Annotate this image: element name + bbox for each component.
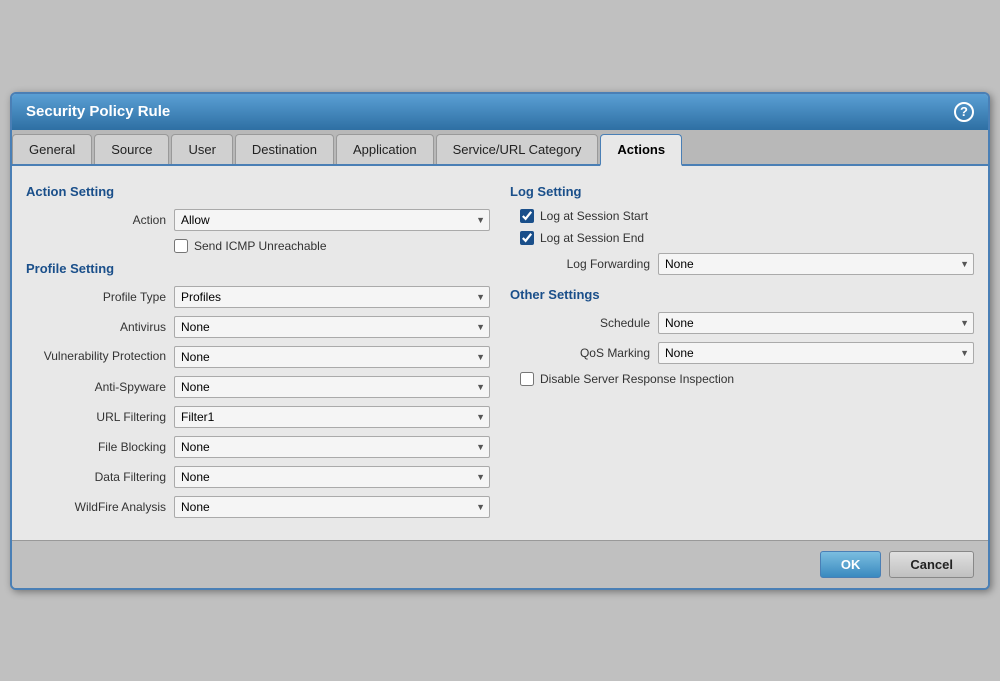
dialog-header: Security Policy Rule ? [12,94,988,130]
log-forwarding-select-wrapper: None [658,253,974,275]
url-filtering-select-wrapper: Filter1 None [174,406,490,428]
content-area: Action Setting Action Allow Deny Drop Se… [12,166,988,540]
left-column: Action Setting Action Allow Deny Drop Se… [26,180,490,526]
profile-setting-title: Profile Setting [26,261,490,276]
disable-server-label: Disable Server Response Inspection [540,372,734,386]
action-label: Action [26,213,166,227]
antivirus-select-wrapper: None [174,316,490,338]
data-filtering-label: Data Filtering [26,470,166,484]
url-filtering-row: URL Filtering Filter1 None [26,406,490,428]
log-forwarding-select[interactable]: None [658,253,974,275]
log-session-start-checkbox[interactable] [520,209,534,223]
disable-server-checkbox[interactable] [520,372,534,386]
send-icmp-label: Send ICMP Unreachable [194,239,327,253]
cancel-button[interactable]: Cancel [889,551,974,578]
tab-user[interactable]: User [171,134,232,164]
vuln-select-wrapper: None [174,346,490,368]
schedule-select[interactable]: None [658,312,974,334]
dialog-title: Security Policy Rule [26,103,170,120]
security-policy-rule-dialog: Security Policy Rule ? General Source Us… [10,92,990,590]
tab-actions[interactable]: Actions [600,134,682,166]
action-setting-title: Action Setting [26,184,490,199]
vuln-select[interactable]: None [174,346,490,368]
wildfire-row: WildFire Analysis None [26,496,490,518]
profile-type-row: Profile Type Profiles Group None [26,286,490,308]
profile-type-label: Profile Type [26,290,166,304]
send-icmp-checkbox[interactable] [174,239,188,253]
anti-spyware-select-wrapper: None [174,376,490,398]
antivirus-select[interactable]: None [174,316,490,338]
tab-source[interactable]: Source [94,134,169,164]
tab-destination[interactable]: Destination [235,134,334,164]
anti-spyware-label: Anti-Spyware [26,380,166,394]
anti-spyware-select[interactable]: None [174,376,490,398]
file-blocking-label: File Blocking [26,440,166,454]
tab-bar: General Source User Destination Applicat… [12,130,988,166]
anti-spyware-row: Anti-Spyware None [26,376,490,398]
help-icon[interactable]: ? [954,102,974,122]
log-forwarding-row: Log Forwarding None [510,253,974,275]
log-session-end-row: Log at Session End [520,231,974,245]
log-session-end-label: Log at Session End [540,231,644,245]
wildfire-select[interactable]: None [174,496,490,518]
qos-label: QoS Marking [510,346,650,360]
action-select[interactable]: Allow Deny Drop [174,209,490,231]
vuln-row: Vulnerability Protection None [26,346,490,368]
profile-type-select-wrapper: Profiles Group None [174,286,490,308]
wildfire-label: WildFire Analysis [26,500,166,514]
tab-service-url[interactable]: Service/URL Category [436,134,599,164]
right-column: Log Setting Log at Session Start Log at … [510,180,974,526]
data-filtering-select[interactable]: None [174,466,490,488]
ok-button[interactable]: OK [820,551,882,578]
log-setting-title: Log Setting [510,184,974,199]
schedule-label: Schedule [510,316,650,330]
disable-server-row: Disable Server Response Inspection [520,372,974,386]
qos-select[interactable]: None [658,342,974,364]
profile-type-select[interactable]: Profiles Group None [174,286,490,308]
schedule-select-wrapper: None [658,312,974,334]
tab-application[interactable]: Application [336,134,434,164]
file-blocking-select-wrapper: None [174,436,490,458]
vuln-label: Vulnerability Protection [26,349,166,365]
action-row: Action Allow Deny Drop [26,209,490,231]
log-section: Log Setting Log at Session Start Log at … [510,184,974,275]
wildfire-select-wrapper: None [174,496,490,518]
schedule-row: Schedule None [510,312,974,334]
log-session-start-label: Log at Session Start [540,209,648,223]
antivirus-label: Antivirus [26,320,166,334]
other-settings-section: Other Settings Schedule None QoS Marking… [510,287,974,386]
antivirus-row: Antivirus None [26,316,490,338]
qos-select-wrapper: None [658,342,974,364]
log-forwarding-label: Log Forwarding [510,257,650,271]
file-blocking-select[interactable]: None [174,436,490,458]
log-session-end-checkbox[interactable] [520,231,534,245]
data-filtering-row: Data Filtering None [26,466,490,488]
action-select-wrapper: Allow Deny Drop [174,209,490,231]
other-settings-title: Other Settings [510,287,974,302]
url-filtering-label: URL Filtering [26,410,166,424]
file-blocking-row: File Blocking None [26,436,490,458]
tab-general[interactable]: General [12,134,92,164]
icmp-row: Send ICMP Unreachable [174,239,490,253]
log-session-start-row: Log at Session Start [520,209,974,223]
dialog-footer: OK Cancel [12,540,988,588]
qos-row: QoS Marking None [510,342,974,364]
url-filtering-select[interactable]: Filter1 None [174,406,490,428]
data-filtering-select-wrapper: None [174,466,490,488]
